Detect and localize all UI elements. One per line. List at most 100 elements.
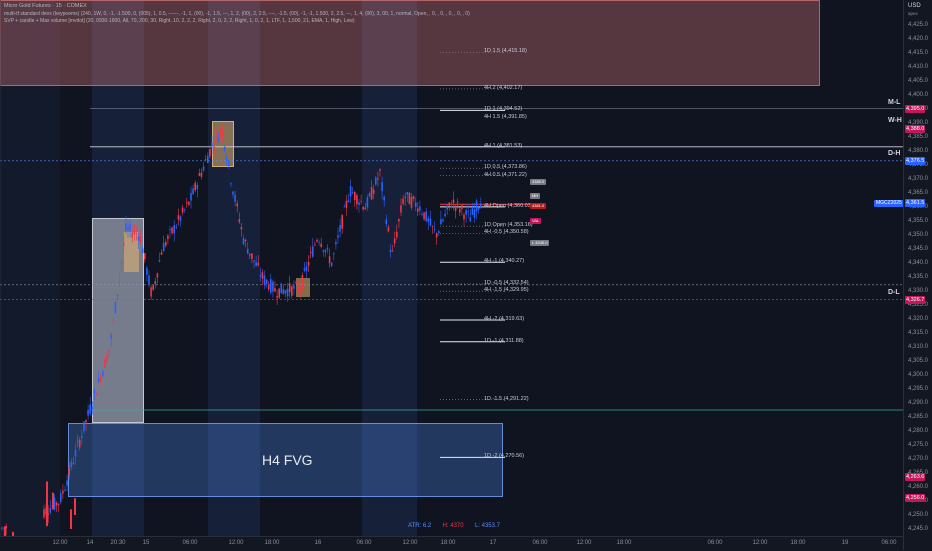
candle-body (307, 261, 310, 266)
candle-body (471, 208, 474, 215)
currency-label[interactable]: USD (908, 3, 921, 9)
candle-body (173, 225, 175, 234)
candle-body (209, 149, 211, 157)
time-tick: 06:00 (881, 540, 897, 546)
candle-body (131, 232, 133, 238)
candle-body (354, 191, 356, 200)
candle-body (417, 208, 419, 212)
candle-body (246, 248, 249, 254)
candle-body (469, 217, 472, 222)
candle-body (93, 390, 96, 394)
candle-body (240, 226, 243, 230)
candle-body (345, 200, 348, 208)
candle-body (278, 288, 280, 298)
candle-body (288, 283, 291, 293)
candle-body (429, 218, 432, 226)
candle-body (127, 227, 129, 231)
price-tick: 4,285.0 (908, 414, 929, 420)
candle-body (480, 203, 482, 209)
price-tick: 4,420.0 (908, 36, 929, 42)
time-tick: 06:00 (532, 540, 548, 546)
candle-body (95, 393, 98, 396)
symbol-tag[interactable]: MGCZ2025 (874, 199, 904, 207)
price-tag: 4,376.5 (905, 156, 926, 165)
candle-body (120, 260, 123, 263)
candle-body (200, 172, 203, 177)
candle-body (150, 287, 152, 297)
candle-body (322, 250, 325, 252)
high-value: H: 4370 (442, 523, 464, 529)
candle-body (257, 262, 259, 266)
price-tick: 4,350.0 (908, 232, 929, 238)
chart-canvas (0, 0, 903, 536)
symbol-title[interactable]: Micro Gold Futures · 15 · COMEX (4, 3, 87, 9)
candle-body (438, 231, 440, 233)
candle-body (181, 207, 184, 213)
price-tick: 4,300.0 (908, 372, 929, 378)
level-label: 4H -1.5 (4,329.95) (484, 287, 529, 294)
indicator-1-legend[interactable]: multi-tf standard devs (keypoems) (240, … (4, 11, 470, 17)
candle-body (396, 231, 398, 238)
candle-body (217, 137, 220, 142)
price-tick: 4,310.0 (908, 344, 929, 350)
candle-body (465, 210, 467, 215)
candle-body (183, 209, 186, 211)
candle-body (270, 279, 272, 293)
candle-body (400, 205, 402, 213)
candle-body (459, 209, 461, 213)
chart-pane[interactable]: H4 FVG Micro Gold Futures · 15 · COMEX m… (0, 0, 904, 536)
candle-body (309, 251, 312, 254)
candle-body (249, 253, 251, 256)
candle-body (442, 219, 444, 222)
time-tick: 14 (86, 540, 94, 546)
candle-body (435, 233, 438, 238)
candle-body (473, 209, 476, 218)
candle-body (347, 200, 350, 202)
candle-body (326, 247, 329, 250)
candle-body (234, 194, 236, 202)
candle-body (133, 230, 136, 235)
indicator-2-legend[interactable]: SVP + candle + Max volume [mvdot] (20, 0… (4, 18, 355, 24)
price-tag: 4,361.5 (905, 198, 926, 207)
candle-body (337, 235, 339, 238)
candle-body (305, 266, 308, 272)
candle-body (49, 508, 52, 513)
candle-body (419, 206, 421, 211)
candle-body (207, 156, 209, 164)
candle-body (242, 238, 245, 244)
candle-body (154, 281, 157, 285)
candle-body (316, 239, 318, 242)
candle-body (299, 289, 301, 292)
candle-body (97, 377, 100, 382)
candle-body (68, 466, 70, 476)
level-label: 4H 0.5 (4,371.22) (484, 171, 527, 178)
candle-body (284, 290, 287, 294)
price-tick: 4,415.0 (908, 50, 929, 56)
candle-body (192, 188, 194, 195)
candle-body (421, 214, 423, 215)
candle-body (393, 238, 396, 244)
candle-body (274, 288, 276, 292)
candle-body (341, 215, 343, 229)
candle-body (425, 211, 427, 222)
candle-body (263, 275, 266, 285)
candle-body (160, 252, 163, 255)
candle-body (70, 509, 72, 529)
candle-body (362, 206, 364, 210)
candle-body (423, 212, 425, 220)
candle-body (475, 200, 478, 212)
price-axis[interactable]: USD apex 4,425.0 4,420.0 4,415.0 4,410.0 4,4… (903, 0, 932, 550)
candle-body (295, 282, 297, 284)
time-tick: 06:00 (356, 540, 372, 546)
level-label: 1D -0.5 (4,332.54) (484, 279, 529, 286)
price-tick: 4,400.0 (908, 92, 929, 98)
time-axis[interactable]: 12:00 14 20:30 15 06:00 12:00 18:00 16 06:00 12:0… (0, 536, 903, 551)
candle-body (87, 409, 89, 416)
candle-body (375, 177, 377, 185)
time-tick: 17 (489, 540, 497, 546)
candle-body (52, 492, 54, 510)
candle-body (177, 215, 180, 220)
time-tick: 12:00 (576, 540, 592, 546)
candle-body (255, 262, 257, 267)
candle-body (259, 275, 262, 277)
